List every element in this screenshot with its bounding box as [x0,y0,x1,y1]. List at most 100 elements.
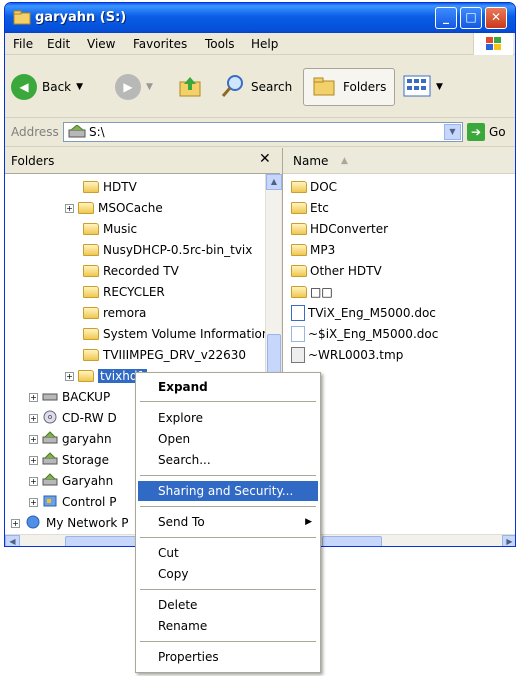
file-item[interactable]: DOC [291,178,337,196]
expand-icon[interactable]: + [29,392,38,402]
menu-item-properties[interactable]: Properties [138,647,318,667]
file-item-label: □□ [310,285,333,299]
menu-item-delete[interactable]: Delete [138,595,318,615]
tree-item[interactable]: + My Network P [11,514,128,532]
back-button[interactable]: ◀ Back ▼ [11,68,83,106]
file-item[interactable]: ~WRL0003.tmp [291,346,403,364]
expand-icon[interactable]: + [29,497,38,507]
sort-ascending-icon: ▲ [341,156,348,166]
tree-item[interactable]: + garyahn [29,430,112,448]
folder-icon [83,244,99,256]
menu-tools[interactable]: Tools [205,37,235,51]
scroll-right-icon[interactable]: ▶ [502,535,515,546]
views-button[interactable]: ▼ [403,68,443,106]
folders-button[interactable]: Folders [303,68,396,106]
forward-button[interactable]: ▶ ▼ [115,68,153,106]
tree-item[interactable]: HDTV [83,178,137,196]
maximize-button[interactable]: □ [460,7,482,29]
folder-icon [291,265,307,277]
menu-item-explore[interactable]: Explore [138,408,318,428]
tree-item[interactable]: + Garyahn [29,472,113,490]
tree-item[interactable]: + Storage [29,451,109,469]
folder-icon [83,286,99,298]
file-item[interactable]: Other HDTV [291,262,382,280]
menu-item-label: Send To [158,515,205,529]
menu-favorites[interactable]: Favorites [133,37,187,51]
tree-item[interactable]: + CD-RW D [29,409,117,427]
expand-icon[interactable]: + [65,371,74,381]
tree-item-label: BACKUP [62,390,111,404]
tree-item[interactable]: System Volume Information [83,325,269,343]
scroll-thumb[interactable] [322,536,382,546]
folders-pane-header: Folders ✕ [5,148,280,174]
back-dropdown-icon[interactable]: ▼ [76,82,83,92]
toolbar: ◀ Back ▼ ▶ ▼ Search Folders ▼ [5,56,515,118]
up-button[interactable] [177,68,203,106]
scroll-up-icon[interactable]: ▲ [266,174,282,190]
menu-item-expand[interactable]: Expand [138,377,318,397]
menu-item-sharing-security[interactable]: Sharing and Security... [138,481,318,501]
tree-item[interactable]: Recorded TV [83,262,179,280]
expand-icon[interactable]: + [11,518,20,528]
submenu-arrow-icon: ▶ [305,517,312,527]
file-item[interactable]: ~$iX_Eng_M5000.doc [291,325,438,343]
file-item-label: ~WRL0003.tmp [308,348,404,362]
menu-help[interactable]: Help [251,37,278,51]
expand-icon[interactable]: + [29,476,38,486]
menu-separator [140,506,316,507]
tree-item-label: Garyahn [62,474,114,488]
folder-icon [13,10,31,25]
close-pane-icon[interactable]: ✕ [259,151,271,167]
title-bar[interactable]: garyahn (S:) _ □ ✕ [5,3,515,33]
tree-item-label: Music [103,222,138,236]
scroll-left-icon[interactable]: ◀ [5,535,20,546]
drive-icon [68,124,86,142]
scroll-thumb[interactable] [267,334,281,374]
file-item[interactable]: HDConverter [291,220,388,238]
menu-item-copy[interactable]: Copy [138,564,318,584]
menu-view[interactable]: View [87,37,115,51]
go-button[interactable]: ➔ Go [467,123,506,141]
menu-item-open[interactable]: Open [138,429,318,449]
network-drive-icon [42,451,58,469]
tree-item[interactable]: Music [83,220,137,238]
tree-item[interactable]: RECYCLER [83,283,165,301]
expand-icon[interactable]: + [29,455,38,465]
menu-edit[interactable]: Edit [47,37,70,51]
search-button[interactable]: Search [220,68,292,106]
tree-item[interactable]: remora [83,304,146,322]
expand-icon[interactable]: + [29,434,38,444]
menu-item-rename[interactable]: Rename [138,616,318,636]
close-button[interactable]: ✕ [485,7,507,29]
tree-item[interactable]: + MSOCache [65,199,163,217]
file-item[interactable]: Etc [291,199,329,217]
tree-item[interactable]: + Control P [29,493,116,511]
menu-item-cut[interactable]: Cut [138,543,318,563]
menu-item-send-to[interactable]: Send To ▶ [138,512,318,532]
file-item[interactable]: MP3 [291,241,335,259]
tree-item[interactable]: TVIIIMPEG_DRV_v22630 [83,346,246,364]
folder-icon [83,307,99,319]
menu-separator [140,641,316,642]
windows-logo-icon [473,33,513,55]
file-item-label: ~$iX_Eng_M5000.doc [308,327,439,341]
address-input[interactable]: S:\ ▼ [63,122,463,142]
tree-item-label: TVIIIMPEG_DRV_v22630 [103,348,247,362]
tree-item-label: garyahn [62,432,112,446]
forward-dropdown-icon[interactable]: ▼ [146,82,153,92]
back-arrow-icon: ◀ [11,74,37,100]
file-item[interactable]: □□ [291,283,333,301]
name-column-header[interactable]: Name ▲ [283,148,515,174]
address-dropdown-icon[interactable]: ▼ [444,124,461,140]
folders-label: Folders [343,80,387,94]
menu-file[interactable]: File [13,37,33,51]
file-item[interactable]: TViX_Eng_M5000.doc [291,304,436,322]
minimize-button[interactable]: _ [435,7,457,29]
expand-icon[interactable]: + [29,413,38,423]
tree-item-label: CD-RW D [62,411,117,425]
menu-item-search[interactable]: Search... [138,450,318,470]
tree-item[interactable]: NusyDHCP-0.5rc-bin_tvix [83,241,252,259]
expand-icon[interactable]: + [65,203,74,213]
tree-item[interactable]: + BACKUP [29,388,110,406]
search-label: Search [251,80,293,94]
